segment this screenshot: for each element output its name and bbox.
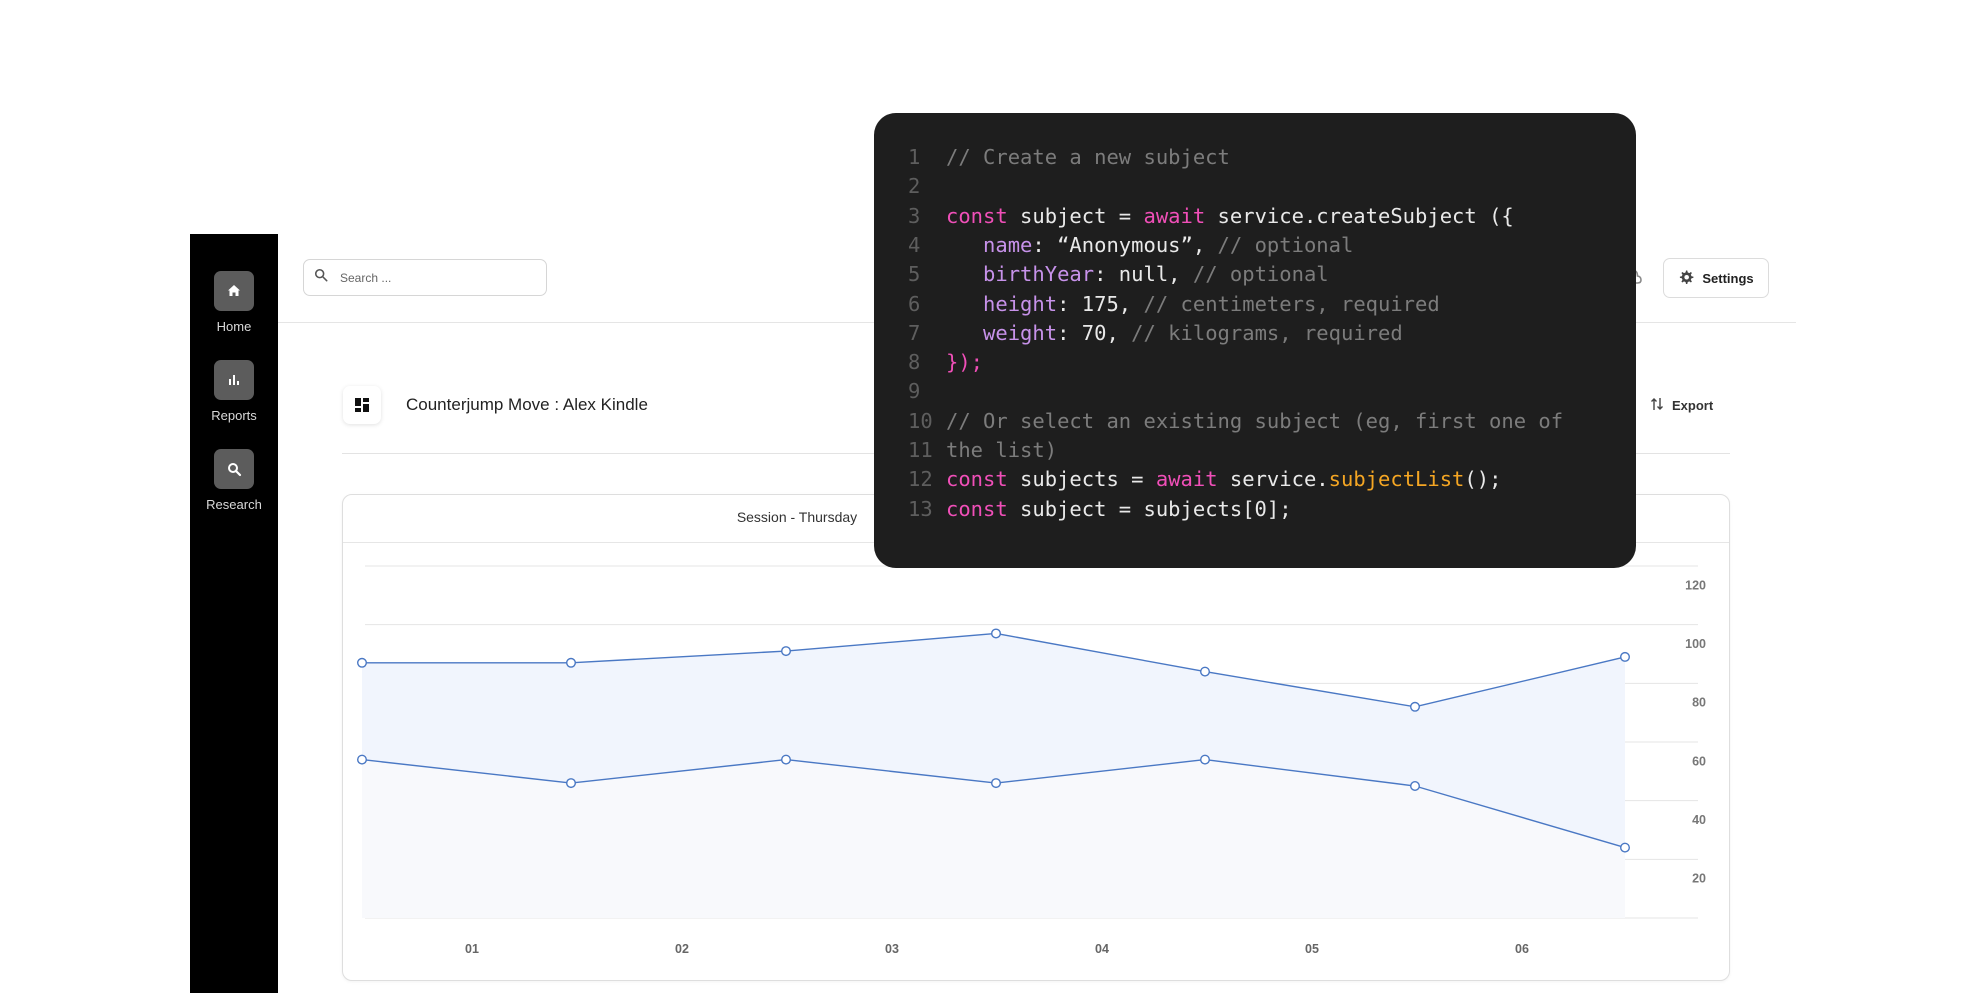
line-number: 10 xyxy=(908,408,933,433)
code-text: height: 175, // centimeters, required xyxy=(946,290,1440,320)
line-number: 6 xyxy=(908,291,921,316)
code-token: subject = subjects[0]; xyxy=(1007,496,1292,521)
code-token: const xyxy=(946,467,1008,492)
data-point xyxy=(991,778,1002,789)
code-token: // optional xyxy=(1192,262,1329,287)
y-tick-label: 120 xyxy=(1685,578,1706,592)
code-token: subject = xyxy=(1007,203,1144,228)
data-point xyxy=(566,657,577,668)
code-text: const subjects = await service.subjectLi… xyxy=(946,465,1501,495)
code-token: const xyxy=(946,496,1008,521)
code-text: // Or select an existing subject (eg, fi… xyxy=(946,407,1563,437)
code-text: // Create a new subject xyxy=(946,143,1230,173)
x-tick-label: 05 xyxy=(1305,942,1319,956)
code-token: : null, xyxy=(1094,262,1193,287)
y-tick-label: 100 xyxy=(1685,637,1706,651)
data-point xyxy=(1619,842,1630,853)
y-tick-label: 60 xyxy=(1692,754,1706,768)
code-token: weight xyxy=(983,320,1058,345)
data-point xyxy=(1619,651,1630,662)
data-point xyxy=(357,657,368,668)
code-token: // kilograms, required xyxy=(1131,320,1403,345)
line-number: 4 xyxy=(908,232,921,257)
line-number: 5 xyxy=(908,262,921,287)
code-token: // Create a new subject xyxy=(946,145,1230,169)
line-number: 8 xyxy=(908,350,921,375)
code-token: : 70, xyxy=(1057,320,1132,345)
data-point xyxy=(1409,781,1420,792)
data-point xyxy=(781,754,792,765)
x-tick-label: 01 xyxy=(465,942,479,956)
data-point xyxy=(566,778,577,789)
data-point xyxy=(357,754,368,765)
code-token: name xyxy=(983,232,1033,257)
data-point xyxy=(781,646,792,657)
code-token: (); xyxy=(1464,467,1502,492)
code-token: await xyxy=(1143,203,1206,228)
code-token: // centimeters, required xyxy=(1143,291,1440,316)
code-token: // optional xyxy=(1217,232,1354,257)
code-token: service.createSubject ({ xyxy=(1205,203,1514,228)
line-number: 11 xyxy=(908,438,933,462)
y-tick-label: 20 xyxy=(1692,872,1706,886)
y-tick-label: 80 xyxy=(1692,696,1706,710)
data-point xyxy=(1199,754,1210,765)
data-point xyxy=(991,628,1002,639)
code-text: the list) xyxy=(946,436,1057,466)
code-text: const subject = await service.createSubj… xyxy=(946,202,1514,232)
code-text: name: “Anonymous”, // optional xyxy=(946,231,1353,261)
code-text: }); xyxy=(946,348,983,378)
code-token: : 175, xyxy=(1057,291,1144,316)
data-point xyxy=(1199,666,1210,677)
line-number: 2 xyxy=(908,174,921,199)
x-tick-label: 04 xyxy=(1095,942,1109,956)
x-tick-label: 02 xyxy=(675,942,689,956)
code-token: }); xyxy=(946,350,984,375)
code-text: const subject = subjects[0]; xyxy=(946,495,1292,525)
code-token: the list) xyxy=(946,438,1058,462)
line-number: 1 xyxy=(908,145,921,169)
code-snippet-panel: 1 // Create a new subject 2 3 const subject … xyxy=(874,113,1636,568)
line-number: 13 xyxy=(908,496,933,521)
code-token: : “Anonymous”, xyxy=(1032,232,1218,257)
line-number: 7 xyxy=(908,320,921,345)
data-point xyxy=(1409,701,1420,712)
code-token: await xyxy=(1155,467,1218,492)
code-token: height xyxy=(983,291,1058,316)
code-token: subjectList xyxy=(1328,467,1465,492)
code-token: birthYear xyxy=(983,262,1095,287)
line-number: 3 xyxy=(908,203,921,228)
line-number: 12 xyxy=(908,467,933,492)
code-token: service. xyxy=(1217,467,1329,492)
code-token: // Or select an existing subject (eg, fi… xyxy=(946,408,1564,433)
x-tick-label: 03 xyxy=(885,942,899,956)
code-token: const xyxy=(946,203,1008,228)
code-text: weight: 70, // kilograms, required xyxy=(946,319,1403,349)
code-text: birthYear: null, // optional xyxy=(946,260,1329,290)
code-token: subjects = xyxy=(1007,467,1156,492)
x-tick-label: 06 xyxy=(1515,942,1529,956)
line-number: 9 xyxy=(908,379,921,404)
y-tick-label: 40 xyxy=(1692,813,1706,827)
